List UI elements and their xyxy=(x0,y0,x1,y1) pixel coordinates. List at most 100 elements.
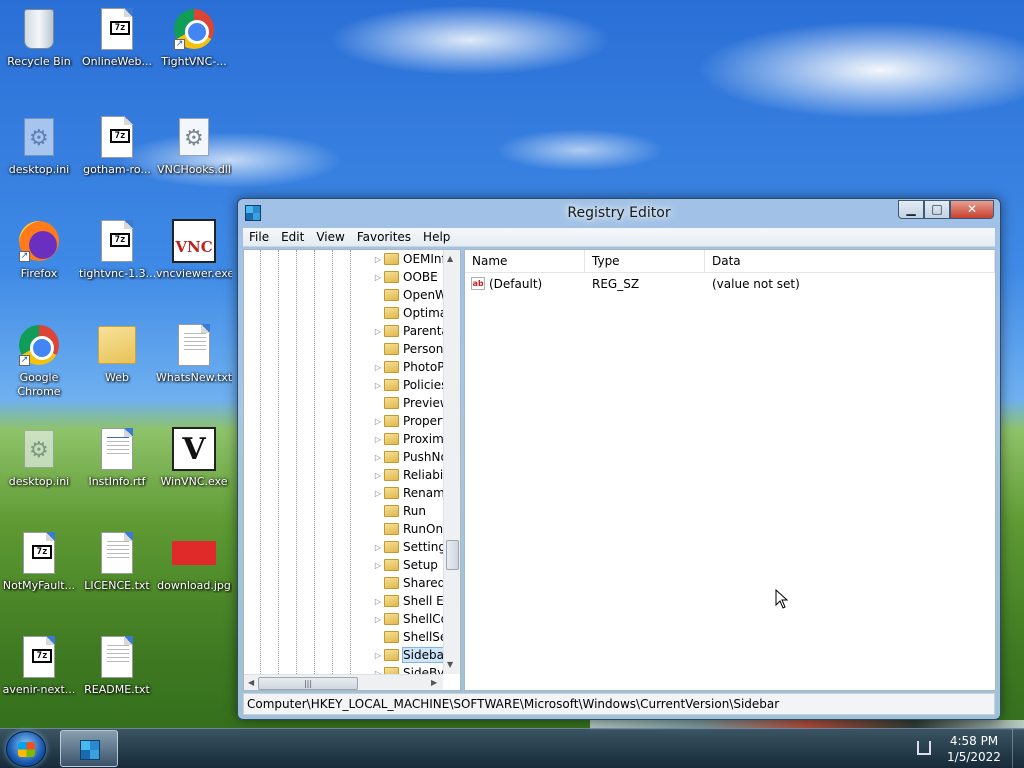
expand-arrow-icon[interactable]: ▷ xyxy=(372,435,384,444)
desktop-icon-recycle-bin[interactable]: Recycle Bin xyxy=(1,6,77,69)
tree-item[interactable]: ▷ OOBE xyxy=(372,268,452,286)
expand-arrow-icon[interactable]: ▷ xyxy=(372,471,384,480)
desktop-icon-desktop-ini-2[interactable]: desktop.ini xyxy=(1,426,77,489)
tree-item[interactable]: ▷ Sidebar xyxy=(372,646,452,664)
tree-horizontal-scrollbar[interactable]: ◀ ||| ▶ xyxy=(244,674,443,690)
desktop-icon-whatsnew[interactable]: WhatsNew.txt xyxy=(156,322,232,385)
tree-item[interactable]: OpenW xyxy=(372,286,452,304)
desktop-icon-download-jpg[interactable]: download.jpg xyxy=(156,530,232,593)
tree-item[interactable]: ▷ Reliabi xyxy=(372,466,452,484)
minimize-button[interactable]: ▁ xyxy=(898,200,924,219)
tree-item[interactable]: ▷ PushNo xyxy=(372,448,452,466)
tree-vertical-scrollbar[interactable]: ▲ ▼ xyxy=(443,250,460,674)
tree-item[interactable]: ▷ Shell Ex xyxy=(372,592,452,610)
desktop-icon-vncviewer[interactable]: VNC vncviewer.exe xyxy=(156,218,232,281)
tree-item[interactable]: ▷ Parenta xyxy=(372,322,452,340)
tree-item[interactable]: ▷ OEMInf xyxy=(372,250,452,268)
tree-item[interactable]: ▷ Proxim xyxy=(372,430,452,448)
folder-icon xyxy=(384,613,399,625)
desktop-icon-onlineweb[interactable]: 7z OnlineWeb... xyxy=(79,6,155,69)
tree-item[interactable]: ▷ Policies xyxy=(372,376,452,394)
desktop-icon-winvnc[interactable]: V WinVNC.exe xyxy=(156,426,232,489)
tree-vscroll-thumb[interactable] xyxy=(446,540,459,570)
tree-item[interactable]: ▷ Setting xyxy=(372,538,452,556)
desktop-icon-avenir[interactable]: 7z avenir-next... xyxy=(1,634,77,697)
tree-item[interactable]: RunOn xyxy=(372,520,452,538)
tree-item[interactable]: ▷ Setup xyxy=(372,556,452,574)
taskbar-registry-editor-button[interactable] xyxy=(60,730,118,767)
menu-view[interactable]: View xyxy=(310,230,350,244)
tree-hscroll-thumb[interactable]: ||| xyxy=(258,677,358,690)
expand-arrow-icon[interactable]: ▷ xyxy=(372,543,384,552)
expand-arrow-icon[interactable]: ▷ xyxy=(372,273,384,282)
tree-item-label: Proxim xyxy=(403,432,444,446)
menu-help[interactable]: Help xyxy=(417,230,456,244)
registry-key-tree[interactable]: ▷ OEMInf ▷ OOBE OpenW Optima ▷ Parenta Person ▷ Ph… xyxy=(243,249,461,691)
desktop-icon-firefox[interactable]: ↗ Firefox xyxy=(1,218,77,281)
tree-item[interactable]: ▷ ShellCo xyxy=(372,610,452,628)
tree-item-label: Person xyxy=(403,342,444,356)
column-name-header[interactable]: Name xyxy=(465,250,585,273)
desktop-icon-google-chrome[interactable]: ↗ Google Chrome xyxy=(1,322,77,399)
expand-arrow-icon[interactable]: ▷ xyxy=(372,453,384,462)
network-icon[interactable] xyxy=(917,741,931,755)
expand-arrow-icon[interactable]: ▷ xyxy=(372,417,384,426)
tree-item[interactable]: Person xyxy=(372,340,452,358)
desktop-icon-web-folder[interactable]: Web xyxy=(79,322,155,385)
maximize-button[interactable]: □ xyxy=(924,200,950,219)
desktop-icon-tightvnc[interactable]: ↗ TightVNC-... xyxy=(156,6,232,69)
desktop-icon-label: tightvnc-1.3... xyxy=(79,267,155,280)
tree-item[interactable]: ShellSe xyxy=(372,628,452,646)
scroll-left-arrow-icon[interactable]: ◀ xyxy=(248,678,254,687)
scroll-up-arrow-icon[interactable]: ▲ xyxy=(447,254,453,263)
tree-item[interactable]: Run xyxy=(372,502,452,520)
expand-arrow-icon[interactable]: ▷ xyxy=(372,615,384,624)
title-bar[interactable]: Registry Editor ▁ □ ✕ xyxy=(238,199,1000,227)
expand-arrow-icon[interactable]: ▷ xyxy=(372,363,384,372)
registry-values-list[interactable]: Name Type Data ab (Default) REG_SZ (valu… xyxy=(464,249,996,691)
taskbar: 4:58 PM 1/5/2022 xyxy=(0,728,1024,768)
folder-icon xyxy=(384,433,399,445)
desktop-icon-gotham[interactable]: 7z gotham-ro... xyxy=(79,114,155,177)
desktop-icon-vnchooks[interactable]: VNCHooks.dll xyxy=(156,114,232,177)
start-button[interactable] xyxy=(6,731,46,767)
clock-date[interactable]: 1/5/2022 xyxy=(944,750,1004,764)
expand-arrow-icon[interactable]: ▷ xyxy=(372,255,384,264)
desktop-icon-licence[interactable]: LICENCE.txt xyxy=(79,530,155,593)
expand-arrow-icon[interactable]: ▷ xyxy=(372,597,384,606)
expand-arrow-icon[interactable]: ▷ xyxy=(372,381,384,390)
menu-edit[interactable]: Edit xyxy=(275,230,310,244)
window-title: Registry Editor xyxy=(567,205,671,221)
expand-arrow-icon[interactable]: ▷ xyxy=(372,651,384,660)
desktop-icon-desktop-ini[interactable]: desktop.ini xyxy=(1,114,77,177)
scroll-down-arrow-icon[interactable]: ▼ xyxy=(447,660,453,669)
value-row[interactable]: ab (Default) REG_SZ (value not set) xyxy=(465,275,995,293)
tree-item[interactable]: ▷ Propert xyxy=(372,412,452,430)
menu-file[interactable]: File xyxy=(243,230,275,244)
column-type-header[interactable]: Type xyxy=(585,250,705,273)
desktop-icon-readme[interactable]: README.txt xyxy=(79,634,155,697)
column-data-header[interactable]: Data xyxy=(705,250,995,273)
desktop-icon-notmyfault[interactable]: 7z NotMyFault... xyxy=(1,530,77,593)
tree-item-label: RunOn xyxy=(403,522,444,536)
desktop-icon-label: WhatsNew.txt xyxy=(156,371,232,384)
desktop-icon-label: TightVNC-... xyxy=(161,55,227,68)
tree-item[interactable]: ▷ PhotoP xyxy=(372,358,452,376)
tree-item[interactable]: Optima xyxy=(372,304,452,322)
expand-arrow-icon[interactable]: ▷ xyxy=(372,489,384,498)
desktop-icon-tightvnc-archive[interactable]: 7z tightvnc-1.3... xyxy=(79,218,155,281)
show-desktop-button[interactable] xyxy=(1012,729,1024,768)
desktop-icon-label: vncviewer.exe xyxy=(156,267,232,280)
clock-time[interactable]: 4:58 PM xyxy=(944,734,1004,748)
close-button[interactable]: ✕ xyxy=(950,200,994,219)
tree-item[interactable]: SharedI xyxy=(372,574,452,592)
tree-item[interactable]: ▷ Renam xyxy=(372,484,452,502)
expand-arrow-icon[interactable]: ▷ xyxy=(372,561,384,570)
tree-item-label: ShellCo xyxy=(403,612,448,626)
tree-item[interactable]: Preview xyxy=(372,394,452,412)
registry-editor-window[interactable]: Registry Editor ▁ □ ✕ File Edit View Fav… xyxy=(237,198,1001,720)
scroll-right-arrow-icon[interactable]: ▶ xyxy=(431,678,437,687)
desktop-icon-instinfo[interactable]: InstInfo.rtf xyxy=(79,426,155,489)
expand-arrow-icon[interactable]: ▷ xyxy=(372,327,384,336)
menu-favorites[interactable]: Favorites xyxy=(351,230,417,244)
